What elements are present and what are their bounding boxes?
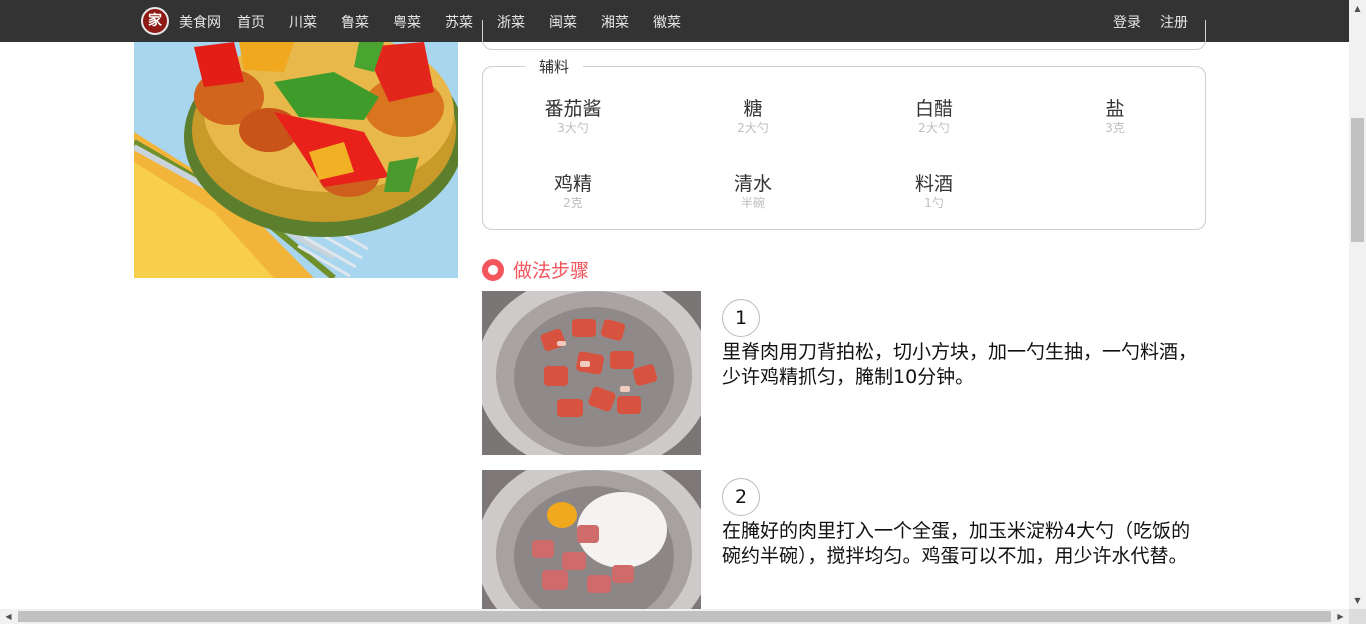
ingredient-item: 白醋 2大勺	[844, 97, 1024, 136]
scroll-left-arrow-icon[interactable]: ◀	[0, 609, 17, 624]
ingredient-item: 鸡精 2克	[483, 172, 663, 211]
ingredient-item: 清水 半碗	[663, 172, 843, 211]
ingredient-amount: 2大勺	[737, 121, 769, 135]
nav-item-home[interactable]: 首页	[237, 12, 265, 32]
vertical-scroll-thumb[interactable]	[1351, 118, 1364, 242]
nav-item-sichuan[interactable]: 川菜	[289, 12, 317, 32]
horizontal-scroll-thumb[interactable]	[18, 611, 1331, 622]
step-2-photo	[482, 470, 701, 624]
step-description: 在腌好的肉里打入一个全蛋，加玉米淀粉4大勺（吃饭的碗约半碗），搅拌均匀。鸡蛋可以…	[722, 520, 1191, 567]
step-1-photo-illustration	[482, 291, 701, 455]
ingredient-item: 料酒 1勺	[844, 172, 1024, 211]
aux-ingredients-box: 辅料 番茄酱 3大勺 糖 2大勺 白醋 2大勺 盐 3克 鸡精 2克 清水 半碗…	[482, 58, 1206, 230]
dish-photo	[134, 42, 458, 278]
site-logo[interactable]: 家	[141, 7, 169, 35]
aux-ingredients-legend: 辅料	[525, 58, 584, 76]
ingredient-amount: 2大勺	[918, 121, 950, 135]
nav-item-shandong[interactable]: 鲁菜	[341, 12, 369, 32]
scrollbar-corner	[1349, 609, 1366, 624]
vertical-scrollbar[interactable]: ▲ ▼	[1349, 0, 1366, 609]
ingredient-amount: 3克	[1105, 121, 1125, 135]
ingredient-item: 盐 3克	[1025, 97, 1205, 136]
ingredient-name: 白醋	[914, 98, 953, 120]
ingredient-amount: 1勺	[924, 196, 944, 210]
brand-name[interactable]: 美食网	[179, 12, 221, 32]
steps-title: 做法步骤	[513, 260, 590, 282]
step-description: 里脊肉用刀背拍松，切小方块，加一勺生抽，一勺料酒，少许鸡精抓匀，腌制10分钟。	[722, 341, 1198, 388]
ingredient-amount: 半碗	[740, 196, 765, 210]
dish-photo-illustration	[134, 42, 458, 278]
step-number: 1	[722, 299, 760, 337]
horizontal-scrollbar[interactable]: ◀ ▶	[0, 609, 1349, 624]
nav-item-jiangsu[interactable]: 苏菜	[445, 12, 473, 32]
scroll-up-arrow-icon[interactable]: ▲	[1349, 0, 1366, 17]
ingredient-name: 料酒	[914, 173, 953, 195]
ingredient-amount: 3大勺	[557, 121, 589, 135]
step-2-photo-illustration	[482, 470, 701, 624]
scroll-right-arrow-icon[interactable]: ▶	[1332, 609, 1349, 624]
steps-header: 做法步骤	[482, 256, 589, 283]
step-1-photo	[482, 291, 701, 455]
nav-item-cantonese[interactable]: 粤菜	[393, 12, 421, 32]
ingredient-name: 番茄酱	[544, 98, 602, 120]
main-ingredients-box	[482, 20, 1206, 50]
step-number: 2	[722, 478, 760, 516]
ingredient-name: 盐	[1105, 98, 1125, 120]
ring-icon	[482, 258, 504, 281]
ingredient-amount: 2克	[563, 196, 583, 210]
ingredient-item: 糖 2大勺	[663, 97, 843, 136]
ingredient-name: 糖	[743, 98, 763, 120]
ingredient-name: 清水	[733, 173, 772, 195]
ingredient-name: 鸡精	[553, 173, 592, 195]
scroll-down-arrow-icon[interactable]: ▼	[1349, 592, 1366, 609]
ingredient-item: 番茄酱 3大勺	[483, 97, 663, 136]
